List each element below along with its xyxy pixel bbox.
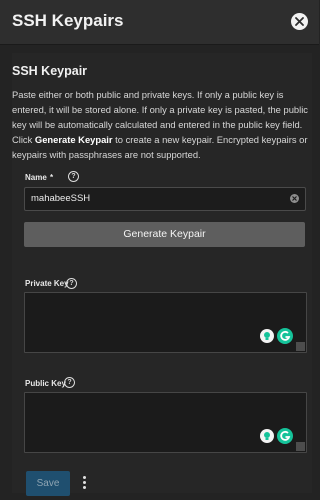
private-key-help-icon[interactable]: ?: [66, 278, 77, 289]
resize-handle[interactable]: [296, 342, 305, 351]
name-input-value[interactable]: mahabeeSSH: [31, 193, 90, 204]
grammarly-icon[interactable]: [277, 428, 293, 444]
private-key-textarea[interactable]: [24, 292, 307, 353]
public-key-textarea[interactable]: [24, 392, 307, 453]
save-button[interactable]: Save: [26, 471, 70, 496]
public-key-help-icon[interactable]: ?: [64, 377, 75, 388]
name-label: Name *: [25, 173, 53, 182]
generate-keypair-button[interactable]: Generate Keypair: [24, 222, 305, 247]
clear-icon[interactable]: [290, 194, 299, 203]
name-label-text: Name: [25, 173, 47, 182]
grammarly-icon[interactable]: [277, 328, 293, 344]
lightbulb-icon[interactable]: [260, 429, 274, 443]
close-button[interactable]: [291, 13, 308, 30]
lightbulb-icon[interactable]: [260, 329, 274, 343]
grammarly-widget[interactable]: [260, 328, 294, 344]
private-key-label: Private Key: [25, 279, 69, 288]
close-icon: [295, 17, 304, 26]
required-mark: *: [50, 173, 54, 182]
public-key-label: Public Key: [25, 379, 66, 388]
description-bold-generate: Generate Keypair: [34, 134, 113, 145]
dialog-header: SSH Keypairs: [0, 0, 319, 45]
name-help-icon[interactable]: ?: [68, 171, 79, 182]
dialog-title: SSH Keypairs: [12, 11, 124, 30]
more-vertical-icon[interactable]: [83, 476, 87, 490]
clear-x-icon: [292, 196, 297, 201]
name-input[interactable]: mahabeeSSH: [24, 187, 306, 211]
resize-handle[interactable]: [296, 442, 305, 451]
form-description: Paste either or both public and private …: [12, 87, 308, 162]
section-title: SSH Keypair: [12, 64, 88, 78]
grammarly-widget[interactable]: [260, 428, 294, 444]
